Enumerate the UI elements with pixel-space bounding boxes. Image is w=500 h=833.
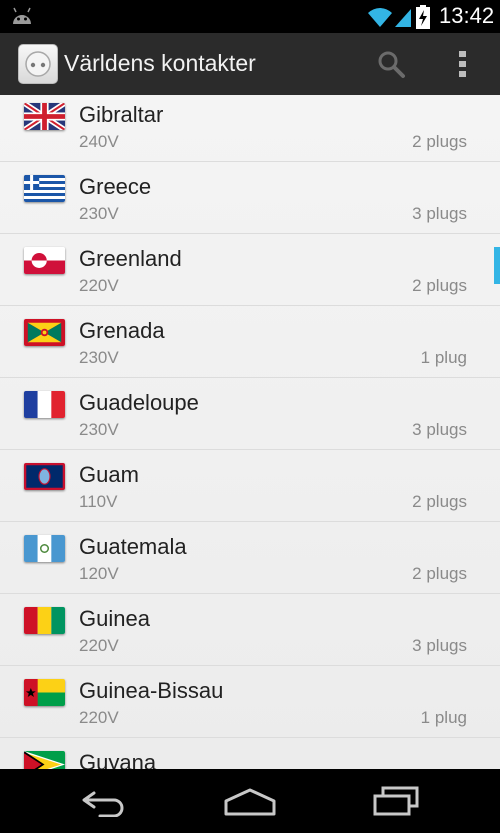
list-item[interactable]: Greece 230V 3 plugs bbox=[0, 162, 500, 234]
action-bar: Världens kontakter bbox=[0, 33, 500, 97]
status-clock: 13:42 bbox=[439, 3, 495, 28]
grenada-flag-icon bbox=[24, 319, 65, 346]
uk-flag-icon bbox=[24, 103, 65, 130]
list-item[interactable]: Guyana bbox=[0, 738, 500, 769]
country-name: Guadeloupe bbox=[79, 390, 199, 415]
guatemala-flag-icon bbox=[24, 535, 65, 562]
greece-flag-icon bbox=[24, 175, 65, 202]
search-icon[interactable] bbox=[372, 45, 410, 83]
voltage-label: 220V bbox=[79, 636, 119, 655]
overflow-menu-icon[interactable] bbox=[450, 45, 476, 83]
france-flag-icon bbox=[24, 391, 65, 418]
list-item[interactable]: Greenland 220V 2 plugs bbox=[0, 234, 500, 306]
navigation-bar bbox=[0, 769, 500, 833]
list-item[interactable]: Grenada 230V 1 plug bbox=[0, 306, 500, 378]
voltage-label: 240V bbox=[79, 132, 119, 151]
voltage-label: 230V bbox=[79, 204, 119, 223]
voltage-label: 220V bbox=[79, 276, 119, 295]
voltage-label: 230V bbox=[79, 348, 119, 367]
recents-icon[interactable] bbox=[370, 785, 422, 817]
plug-count: 2 plugs bbox=[412, 492, 467, 511]
country-name: Guinea bbox=[79, 606, 150, 631]
voltage-label: 220V bbox=[79, 708, 119, 727]
guam-flag-icon bbox=[24, 463, 65, 490]
list-item[interactable]: Guinea-Bissau 220V 1 plug bbox=[0, 666, 500, 738]
country-name: Gibraltar bbox=[79, 102, 164, 127]
status-bar: 13:42 bbox=[0, 0, 500, 33]
country-name: Guatemala bbox=[79, 534, 187, 559]
voltage-label: 110V bbox=[79, 492, 118, 511]
screen: 13:42 Världens kontakter Gibraltar 240V … bbox=[0, 0, 500, 833]
guinea-flag-icon bbox=[24, 607, 65, 634]
plug-count: 3 plugs bbox=[412, 204, 467, 223]
list-item[interactable]: Guatemala 120V 2 plugs bbox=[0, 522, 500, 594]
plug-count: 3 plugs bbox=[412, 636, 467, 655]
plug-count: 3 plugs bbox=[412, 420, 467, 439]
voltage-label: 230V bbox=[79, 420, 119, 439]
guyana-flag-icon bbox=[24, 751, 65, 769]
plug-count: 2 plugs bbox=[412, 564, 467, 583]
home-icon[interactable] bbox=[222, 787, 278, 817]
battery-charging-icon bbox=[416, 5, 430, 29]
scroll-indicator[interactable] bbox=[494, 247, 500, 284]
app-title: Världens kontakter bbox=[64, 50, 256, 76]
signal-icon bbox=[395, 9, 411, 27]
list-item[interactable]: Guinea 220V 3 plugs bbox=[0, 594, 500, 666]
android-notification-icon bbox=[13, 7, 31, 24]
list-item[interactable]: Gibraltar 240V 2 plugs bbox=[0, 95, 500, 162]
guinea-bissau-flag-icon bbox=[24, 679, 65, 706]
plug-count: 1 plug bbox=[420, 708, 467, 727]
wifi-icon bbox=[368, 8, 392, 27]
country-name: Greece bbox=[79, 174, 152, 199]
country-name: Guinea-Bissau bbox=[79, 678, 224, 703]
list-item[interactable]: Guadeloupe 230V 3 plugs bbox=[0, 378, 500, 450]
power-outlet-icon[interactable] bbox=[18, 44, 58, 84]
plug-count: 2 plugs bbox=[412, 132, 467, 151]
country-name: Grenada bbox=[79, 318, 165, 343]
country-name: Guyana bbox=[79, 750, 157, 769]
country-name: Greenland bbox=[79, 246, 182, 271]
plug-count: 1 plug bbox=[420, 348, 467, 367]
country-list[interactable]: Gibraltar 240V 2 plugs Greece 230V 3 plu… bbox=[0, 95, 500, 769]
list-item[interactable]: Guam 110V 2 plugs bbox=[0, 450, 500, 522]
plug-count: 2 plugs bbox=[412, 276, 467, 295]
back-icon[interactable] bbox=[78, 787, 130, 817]
greenland-flag-icon bbox=[24, 247, 65, 274]
voltage-label: 120V bbox=[79, 564, 119, 583]
country-name: Guam bbox=[79, 462, 139, 487]
